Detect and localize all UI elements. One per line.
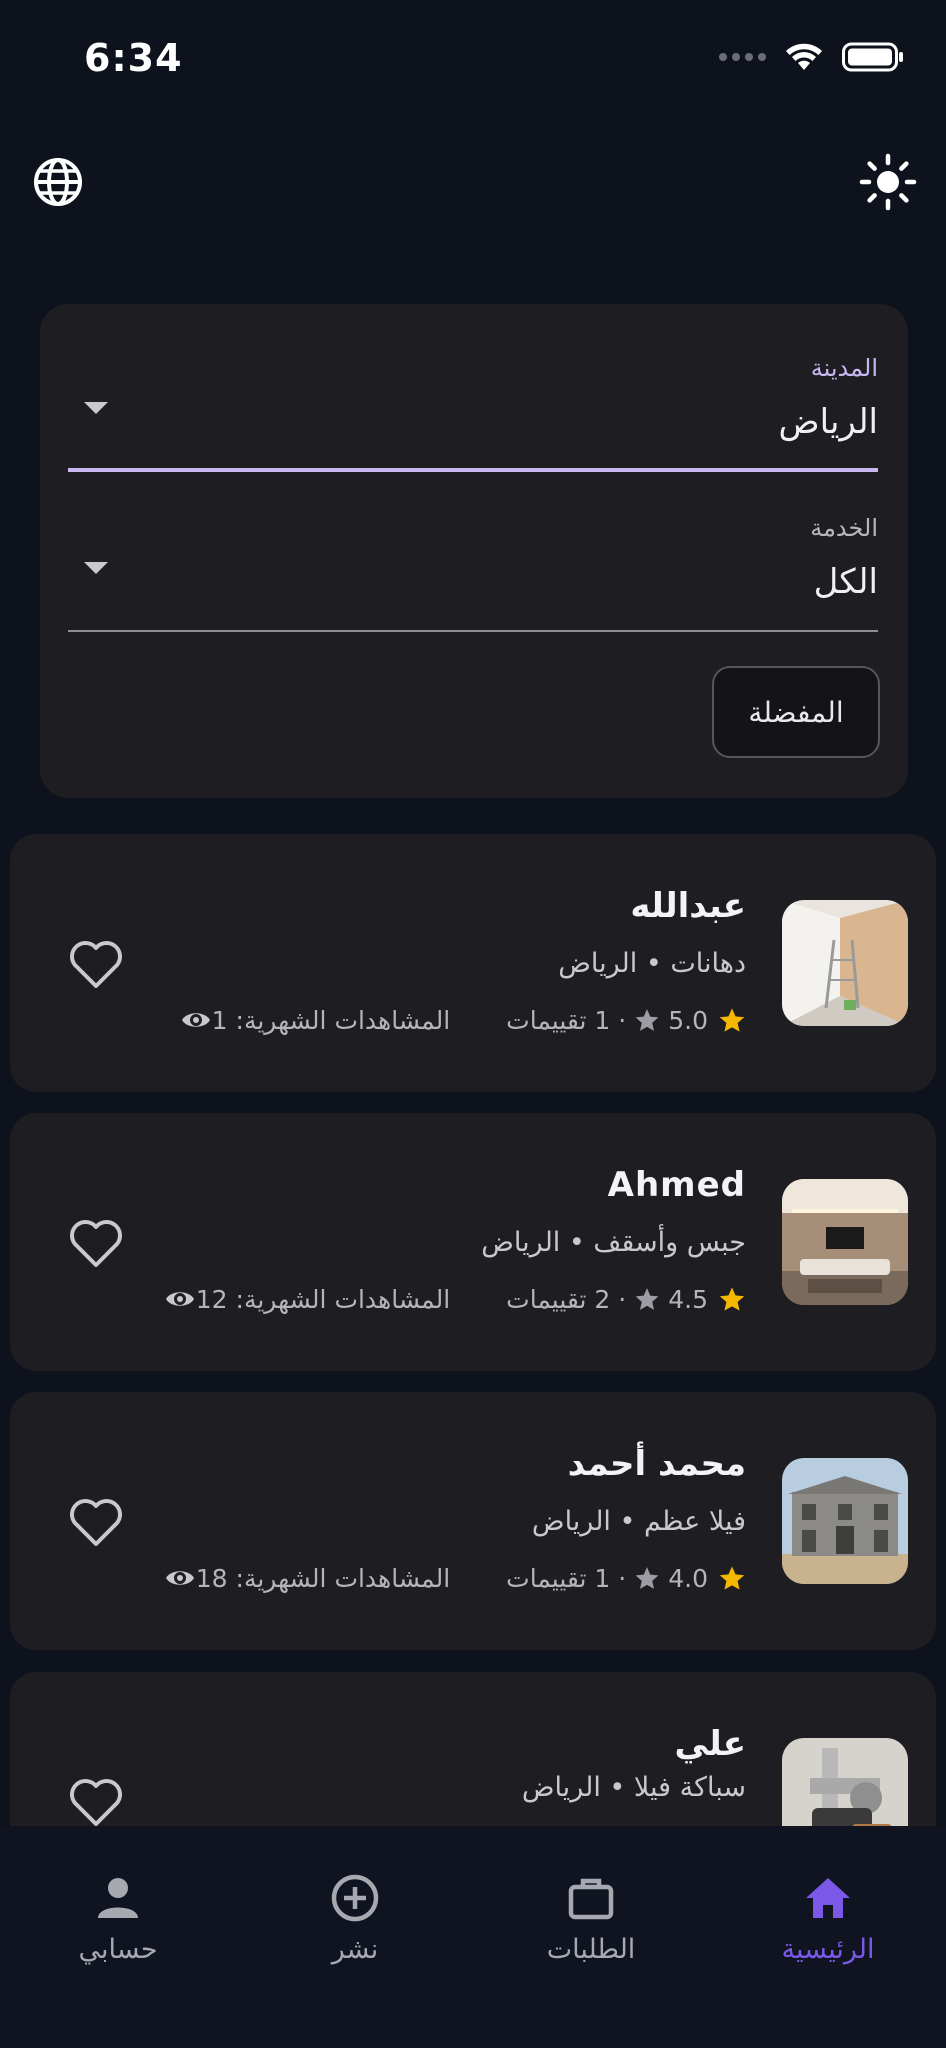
heart-icon[interactable]	[68, 1776, 124, 1826]
star-icon	[719, 1566, 745, 1590]
briefcase-icon	[568, 1878, 614, 1920]
reviews-count: · 1 تقييمات	[506, 1563, 627, 1593]
add-circle-icon	[331, 1874, 379, 1922]
rating-value: 5.0	[668, 1005, 708, 1035]
service-value: الكل	[813, 562, 878, 602]
listing-image	[782, 1458, 908, 1584]
listing-name: علي	[674, 1724, 746, 1764]
service-label: الخدمة	[810, 514, 878, 542]
heart-icon[interactable]	[68, 1496, 124, 1548]
star-icon	[719, 1287, 745, 1311]
reviews-count: · 2 تقييمات	[506, 1284, 627, 1314]
nav-label: الطلبات	[546, 1934, 636, 1965]
nav-label: نشر	[331, 1934, 379, 1965]
battery-icon	[842, 42, 903, 72]
listing-meta: 5.0 · 1 تقييمات المشاهدات الشهرية: 1	[176, 1004, 746, 1036]
star-icon	[635, 1009, 659, 1031]
city-value: الرياض	[778, 402, 879, 442]
listing-card[interactable]: Ahmed جبس وأسقف • الرياض 4.5 · 2 تقييمات…	[10, 1113, 936, 1371]
eye-icon	[165, 1292, 194, 1306]
listing-subtitle: فيلا عظم • الرياض	[531, 1506, 746, 1537]
listing-image	[782, 900, 908, 1026]
signal-icon	[719, 53, 766, 61]
nav-label: حسابي	[78, 1934, 158, 1965]
wifi-icon	[786, 43, 822, 70]
nav-post[interactable]: نشر	[237, 1846, 473, 1976]
star-icon	[635, 1288, 659, 1310]
listing-image	[782, 1738, 908, 1826]
service-underline	[68, 630, 878, 632]
city-label: المدينة	[810, 354, 878, 382]
nav-home[interactable]: الرئيسية	[710, 1846, 946, 1976]
home-icon	[806, 1878, 850, 1918]
listing-meta: 4.0 · 1 تقييمات المشاهدات الشهرية: 18	[160, 1562, 746, 1594]
listing-name: عبدالله	[630, 886, 746, 926]
service-dropdown[interactable]: الخدمة الكل	[68, 502, 878, 632]
sun-icon[interactable]	[858, 152, 918, 212]
rating-value: 4.0	[668, 1563, 708, 1593]
listing-name: Ahmed	[607, 1165, 746, 1205]
listing-meta: 4.5 · 2 تقييمات المشاهدات الشهرية: 12	[160, 1283, 746, 1315]
heart-icon[interactable]	[68, 1217, 124, 1269]
dropdown-arrow-icon	[84, 402, 108, 414]
listing-card[interactable]: عبدالله دهانات • الرياض 5.0 · 1 تقييمات …	[10, 834, 936, 1092]
bottom-navigation: الرئيسية الطلبات نشر حسابي	[0, 1826, 946, 2048]
monthly-views: المشاهدات الشهرية: 18	[195, 1563, 451, 1593]
star-icon	[635, 1567, 659, 1589]
eye-icon	[181, 1013, 210, 1027]
views-group: المشاهدات الشهرية: 1	[176, 1004, 451, 1036]
reviews-count: · 1 تقييمات	[506, 1005, 627, 1035]
globe-icon[interactable]	[28, 152, 88, 212]
heart-icon[interactable]	[68, 938, 124, 990]
views-group: المشاهدات الشهرية: 12	[160, 1283, 450, 1315]
listing-card[interactable]: محمد أحمد فيلا عظم • الرياض 4.0 · 1 تقيي…	[10, 1392, 936, 1650]
nav-label: الرئيسية	[781, 1934, 875, 1965]
dropdown-arrow-icon	[84, 562, 108, 574]
listing-subtitle: دهانات • الرياض	[558, 948, 746, 979]
eye-icon	[165, 1571, 194, 1585]
rating-value: 4.5	[668, 1284, 708, 1314]
person-icon	[98, 1878, 138, 1918]
listing-subtitle: سباكة فيلا • الرياض	[521, 1772, 746, 1803]
status-bar: 6:34	[0, 0, 946, 120]
monthly-views: المشاهدات الشهرية: 12	[195, 1284, 451, 1314]
city-underline	[68, 468, 878, 472]
city-dropdown[interactable]: المدينة الرياض	[68, 342, 878, 472]
listing-subtitle: جبس وأسقف • الرياض	[481, 1227, 746, 1258]
listing-image	[782, 1179, 908, 1305]
favorites-button[interactable]: المفضلة	[712, 666, 880, 758]
nav-orders[interactable]: الطلبات	[473, 1846, 709, 1976]
star-icon	[719, 1008, 745, 1032]
listing-name: محمد أحمد	[567, 1444, 746, 1484]
nav-account[interactable]: حسابي	[0, 1846, 236, 1976]
status-icons	[719, 42, 904, 72]
views-group: المشاهدات الشهرية: 18	[160, 1562, 450, 1594]
monthly-views: المشاهدات الشهرية: 1	[211, 1005, 451, 1035]
filter-card: المدينة الرياض الخدمة الكل المفضلة	[40, 304, 908, 798]
status-time: 6:34	[84, 36, 183, 80]
listing-card[interactable]: علي سباكة فيلا • الرياض	[10, 1672, 936, 1826]
